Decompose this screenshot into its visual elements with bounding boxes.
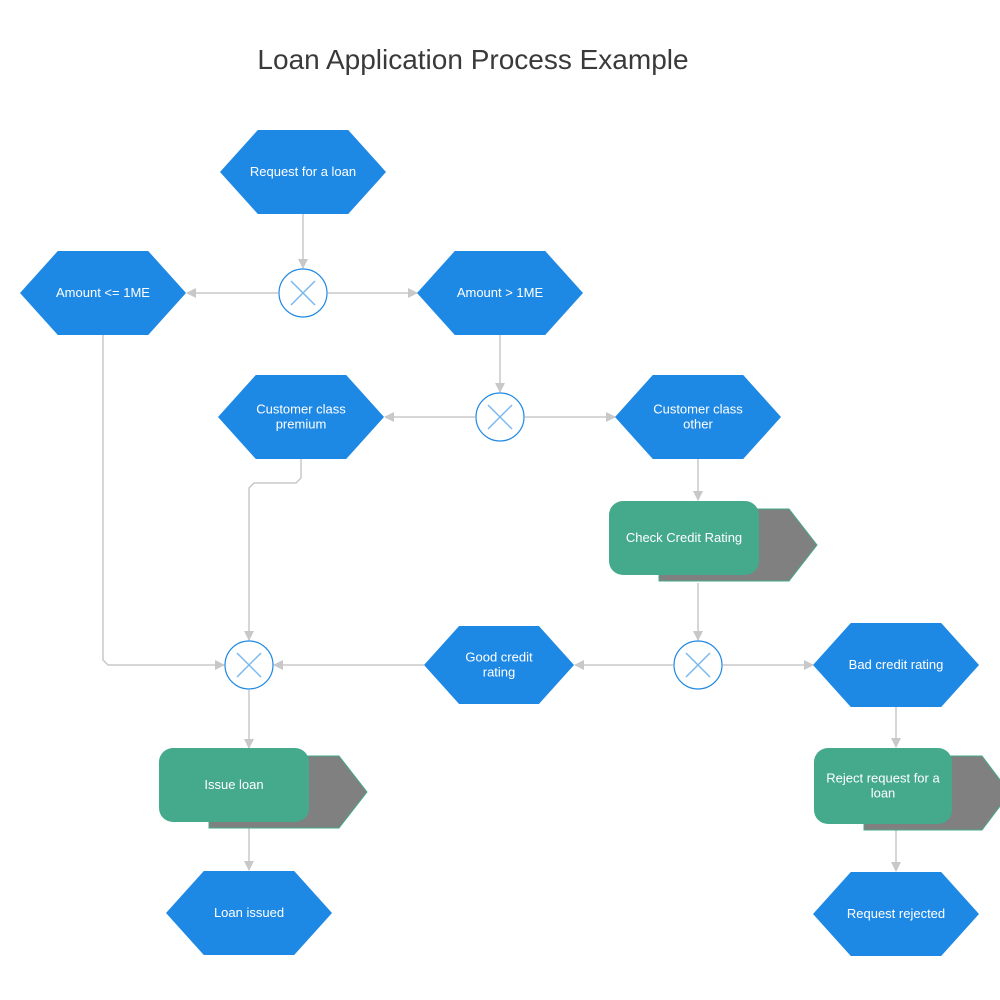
node-label: Check Credit Rating [626,530,742,545]
connector-amount-le-to-xor-join [102,335,225,670]
gateway-xor-join[interactable] [224,640,274,690]
event-class-other[interactable]: Customer classother [615,375,781,459]
event-amount-gt[interactable]: Amount > 1ME [417,251,583,335]
event-class-premium[interactable]: Customer classpremium [218,375,384,459]
gateway-xor-credit[interactable] [673,640,723,690]
node-label: premium [276,417,327,432]
node-label: loan [871,786,896,801]
node-label: Amount > 1ME [457,285,544,300]
event-good-credit[interactable]: Good creditrating [424,626,574,704]
node-label: Request rejected [847,906,945,921]
node-label: Good credit [465,650,533,665]
function-issue-loan[interactable]: Issue loan [159,748,368,829]
function-check-credit[interactable]: Check Credit Rating [609,501,818,582]
node-label: Reject request for a [826,771,940,786]
node-label: Amount <= 1ME [56,285,150,300]
node-label: Loan issued [214,905,284,920]
event-bad-credit[interactable]: Bad credit rating [813,623,979,707]
gateway-xor-class[interactable] [475,392,525,442]
epc-diagram: Request for a loan Amount <= 1ME Amount > … [20,130,1000,956]
node-label: other [683,417,713,432]
function-reject-request[interactable]: Reject request for aloan [814,748,1000,831]
event-amount-le[interactable]: Amount <= 1ME [20,251,186,335]
gateway-xor-amount[interactable] [278,268,328,318]
connector-class-premium-to-xor-join [244,459,302,641]
nodes: Request for a loan Amount <= 1ME Amount > … [20,130,1000,956]
event-request-rejected[interactable]: Request rejected [813,872,979,956]
node-label: Bad credit rating [849,657,944,672]
node-label: Issue loan [204,777,263,792]
event-loan-issued[interactable]: Loan issued [166,871,332,955]
node-label: Customer class [653,402,743,417]
node-label: Request for a loan [250,164,356,179]
event-request-loan[interactable]: Request for a loan [220,130,386,214]
node-label: rating [483,665,516,680]
node-label: Customer class [256,402,346,417]
